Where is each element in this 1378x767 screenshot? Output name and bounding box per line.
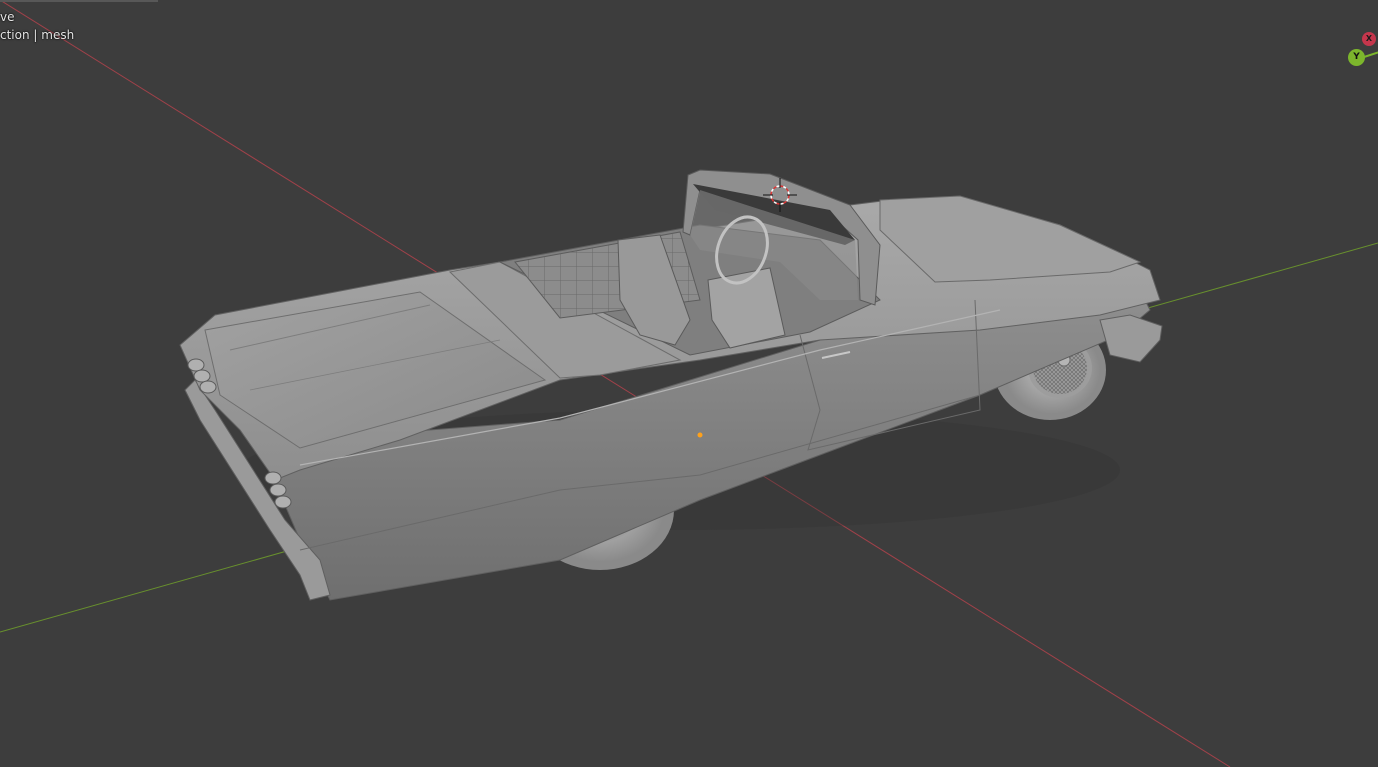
origin-point-icon	[697, 432, 703, 438]
gizmo-x-button[interactable]: X	[1362, 32, 1376, 46]
header-strip	[0, 0, 158, 2]
viewport-scene[interactable]	[0, 0, 1378, 767]
navigation-gizmo-icon[interactable]: X Y	[1338, 28, 1378, 72]
view-mode-label: ve	[0, 10, 15, 24]
gizmo-y-button[interactable]: Y	[1348, 49, 1365, 66]
front-bumper	[1099, 314, 1163, 363]
collection-object-label: ction | mesh	[0, 28, 75, 42]
gizmo-y-axis-line	[1363, 51, 1378, 58]
3d-viewport[interactable]: ve ction | mesh X Y	[0, 0, 1378, 767]
